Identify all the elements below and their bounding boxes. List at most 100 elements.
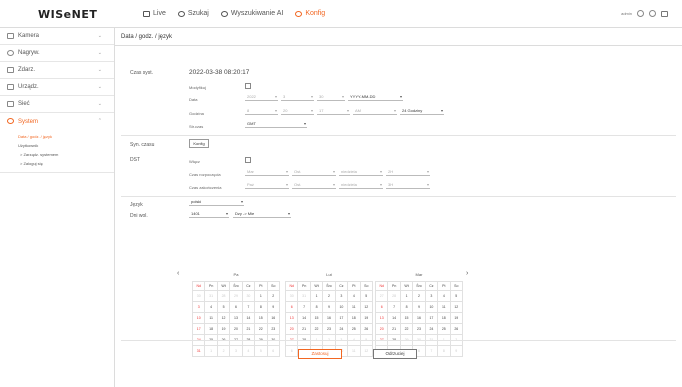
calendar-day[interactable]: 25 — [347, 323, 361, 335]
calendar-day[interactable]: 13 — [284, 312, 299, 324]
calendar-day[interactable]: 4 — [347, 290, 361, 302]
holiday-range-select[interactable]: Dzy -> Mie — [233, 211, 291, 218]
calendar-day[interactable]: 20 — [229, 323, 243, 335]
calendar-day[interactable]: 8 — [254, 301, 268, 313]
calendar-day[interactable]: 9 — [266, 301, 281, 313]
calendar-day[interactable]: 21 — [387, 323, 401, 335]
calendar-day[interactable]: 22 — [399, 323, 414, 335]
help-icon[interactable] — [649, 10, 656, 17]
subnav-user[interactable]: Użytkownik — [0, 141, 114, 150]
date-format-select[interactable]: YYYY-MM-DD — [348, 94, 403, 101]
holiday-date-select[interactable]: 1401 — [189, 211, 229, 218]
calendar-day[interactable]: 13 — [374, 312, 389, 324]
calendar-day[interactable]: 6 — [284, 301, 299, 313]
dst-end-day-select[interactable]: niedziela — [339, 182, 383, 189]
sidebar-item-network[interactable]: Sieć ⌄ — [0, 96, 114, 113]
calendar-day[interactable]: 11 — [204, 312, 218, 324]
calendar-day[interactable]: 26 — [359, 323, 374, 335]
calendar-day[interactable]: 5 — [216, 301, 231, 313]
subnav-system-manage[interactable]: > Zarządz. systemem — [0, 150, 114, 159]
calendar-day[interactable]: 2 — [266, 290, 281, 302]
calendar-day[interactable]: 16 — [322, 312, 336, 324]
subnav-datetime[interactable]: Data / godz. / język — [0, 132, 114, 141]
calendar-day[interactable]: 8 — [309, 301, 324, 313]
calendar-day[interactable]: 11 — [347, 345, 361, 357]
calendar-day[interactable]: 1 — [204, 345, 218, 357]
calendar-day[interactable]: 2 — [322, 290, 336, 302]
calendar-day[interactable]: 17 — [334, 312, 349, 324]
hour-select[interactable]: 8 — [245, 108, 278, 115]
calendar-day[interactable]: 2 — [412, 290, 426, 302]
calendar-day[interactable]: 23 — [266, 323, 281, 335]
calendar-day[interactable]: 8 — [437, 345, 451, 357]
date-month-select[interactable]: 3 — [281, 94, 314, 101]
dst-start-day-select[interactable]: niedziela — [339, 169, 383, 176]
dst-start-month-select[interactable]: Mar — [245, 169, 289, 176]
user-icon[interactable] — [637, 10, 644, 17]
dst-start-hour-select[interactable]: 2H — [386, 169, 430, 176]
calendar-day[interactable]: 22 — [309, 323, 324, 335]
sidebar-item-system[interactable]: System ⌃ — [0, 113, 114, 130]
ampm-select[interactable]: AM — [353, 108, 397, 115]
calendar-day[interactable]: 3 — [191, 301, 206, 313]
calendar-day[interactable]: 18 — [437, 312, 451, 324]
calendar-day[interactable]: 1 — [254, 290, 268, 302]
nav-config[interactable]: Konfig — [295, 10, 325, 17]
calendar-day[interactable]: 31 — [297, 290, 311, 302]
nav-ai-search[interactable]: Wyszukiwanie AI — [220, 10, 283, 17]
calendar-day[interactable]: 27 — [374, 290, 389, 302]
calendar-day[interactable]: 9 — [322, 301, 336, 313]
calendar-day[interactable]: 6 — [229, 301, 243, 313]
calendar-day[interactable]: 1 — [399, 290, 414, 302]
calendar-day[interactable]: 25 — [437, 323, 451, 335]
calendar-day[interactable]: 31 — [191, 345, 206, 357]
calendar-day[interactable]: 28 — [216, 290, 231, 302]
calendar-day[interactable]: 30 — [284, 290, 299, 302]
calendar-day[interactable]: 12 — [216, 312, 231, 324]
date-year-select[interactable]: 2022 — [245, 94, 278, 101]
calendar-day[interactable]: 19 — [359, 312, 374, 324]
calendar-day[interactable]: 12 — [359, 345, 374, 357]
calendar-day[interactable]: 24 — [334, 323, 349, 335]
calendar-day[interactable]: 14 — [387, 312, 401, 324]
apply-button[interactable]: Zastosuj — [298, 349, 342, 359]
calendar-day[interactable]: 26 — [449, 323, 464, 335]
sync-config-button[interactable]: Konfig — [189, 139, 209, 148]
calendar-day[interactable]: 31 — [204, 290, 218, 302]
calendar-day[interactable]: 20 — [284, 323, 299, 335]
calendar-day[interactable]: 7 — [297, 301, 311, 313]
calendar-day[interactable]: 14 — [297, 312, 311, 324]
minute-select[interactable]: 20 — [281, 108, 314, 115]
calendar-day[interactable]: 15 — [254, 312, 268, 324]
calendar-day[interactable]: 7 — [241, 301, 256, 313]
calendar-day[interactable]: 30 — [241, 290, 256, 302]
calendar-day[interactable]: 18 — [204, 323, 218, 335]
calendar-day[interactable]: 7 — [424, 345, 439, 357]
second-select[interactable]: 17 — [317, 108, 350, 115]
calendar-next-arrow[interactable]: › — [466, 270, 468, 277]
calendar-day[interactable]: 22 — [254, 323, 268, 335]
calendar-day[interactable]: 8 — [399, 301, 414, 313]
clock-format-select[interactable]: 24 Godziny — [400, 108, 444, 115]
calendar-day[interactable]: 10 — [334, 301, 349, 313]
calendar-day[interactable]: 6 — [374, 301, 389, 313]
calendar-day[interactable]: 17 — [424, 312, 439, 324]
calendar-day[interactable]: 12 — [359, 301, 374, 313]
calendar-day[interactable]: 11 — [347, 301, 361, 313]
modify-checkbox[interactable] — [245, 83, 251, 89]
calendar-day[interactable]: 24 — [424, 323, 439, 335]
nav-search[interactable]: Szukaj — [177, 10, 209, 17]
calendar-day[interactable]: 16 — [266, 312, 281, 324]
user-name[interactable]: admin — [621, 11, 632, 16]
calendar-day[interactable]: 6 — [284, 345, 299, 357]
dst-end-month-select[interactable]: Paź — [245, 182, 289, 189]
calendar-day[interactable]: 7 — [387, 301, 401, 313]
calendar-day[interactable]: 28 — [387, 290, 401, 302]
menu-icon[interactable] — [661, 10, 668, 17]
calendar-day[interactable]: 19 — [449, 312, 464, 324]
dst-end-hour-select[interactable]: 3H — [386, 182, 430, 189]
nav-live[interactable]: Live — [143, 10, 166, 17]
sidebar-item-event[interactable]: Zdarz. ⌄ — [0, 62, 114, 79]
calendar-day[interactable]: 13 — [229, 312, 243, 324]
calendar-day[interactable]: 9 — [412, 301, 426, 313]
